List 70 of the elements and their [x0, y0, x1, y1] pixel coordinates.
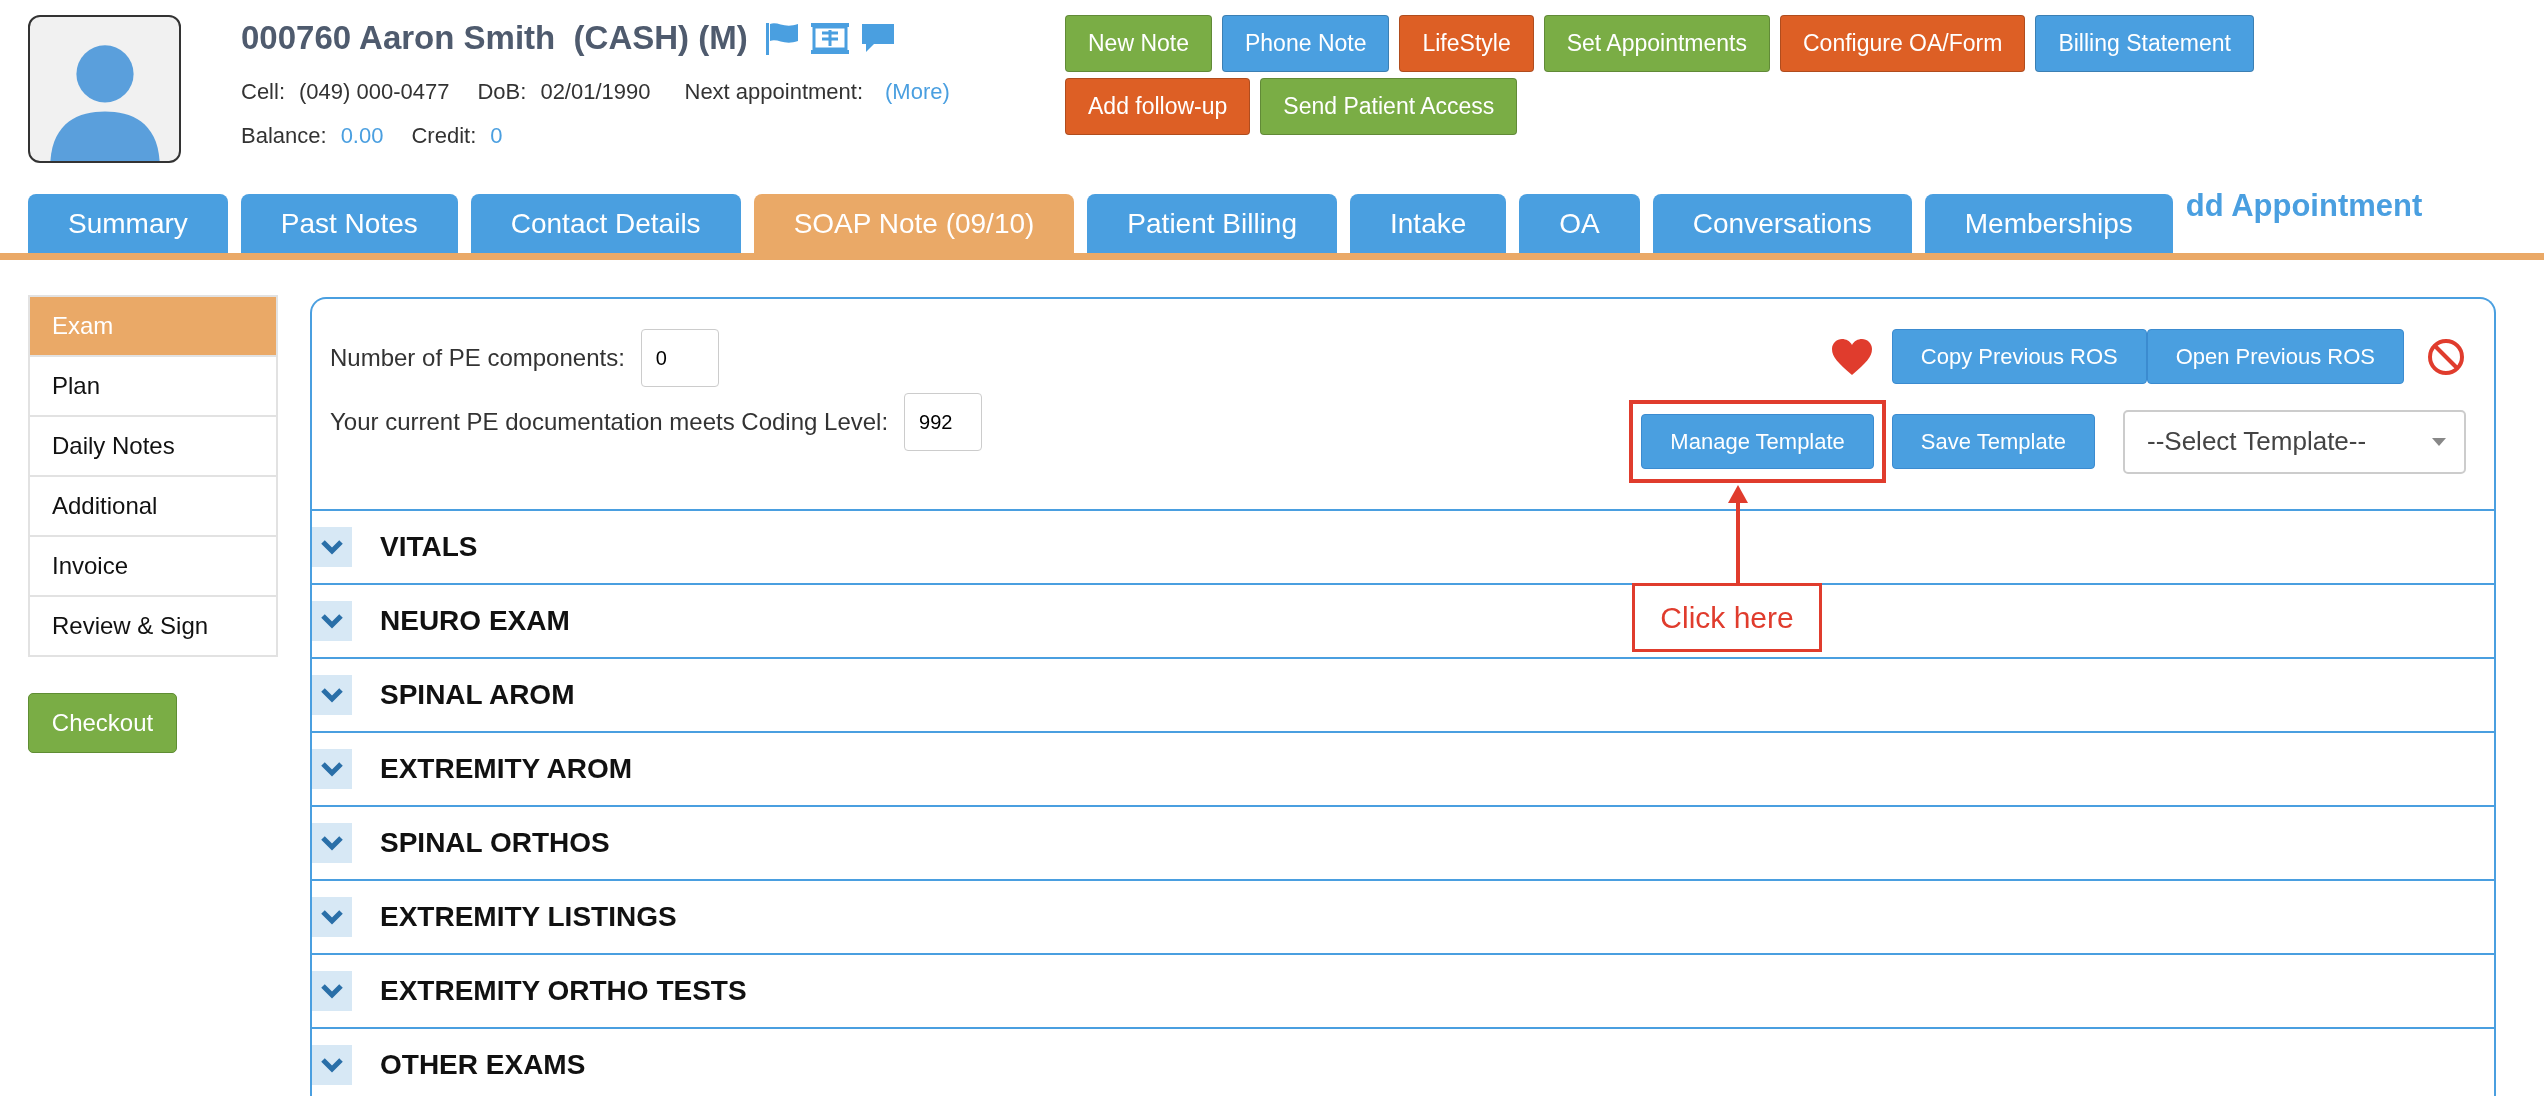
patient-name: 000760 Aaron Smith (CASH) (M): [241, 19, 748, 57]
chevron-down-icon[interactable]: [312, 823, 352, 863]
action-button[interactable]: Add follow-up: [1065, 78, 1251, 135]
next-appointment-label: Next appointment:: [684, 79, 864, 105]
tab[interactable]: Patient Billing: [1087, 194, 1337, 253]
action-button[interactable]: Phone Note: [1222, 15, 1390, 72]
action-button[interactable]: Send Patient Access: [1260, 78, 1518, 135]
coding-level-label: Your current PE documentation meets Coding Level:: [330, 408, 889, 436]
section-title: NEURO EXAM: [380, 605, 570, 637]
tab[interactable]: Past Notes: [240, 194, 458, 253]
avatar-silhouette-icon: [28, 15, 181, 163]
action-button[interactable]: New Note: [1065, 15, 1212, 72]
checkout-button[interactable]: Checkout: [28, 693, 177, 753]
sidebar-item[interactable]: Exam: [28, 295, 278, 357]
open-previous-ros-button[interactable]: Open Previous ROS: [2146, 329, 2404, 384]
tab[interactable]: Summary: [28, 194, 228, 253]
caret-icon: [2432, 437, 2446, 446]
coding-level-field[interactable]: 992: [904, 393, 983, 451]
tab[interactable]: Conversations: [1652, 194, 1912, 253]
manage-template-button[interactable]: Manage Template: [1641, 414, 1874, 469]
section-title: EXTREMITY LISTINGS: [380, 901, 677, 933]
tab[interactable]: OA: [1519, 194, 1640, 253]
chevron-down-icon[interactable]: [312, 675, 352, 715]
section-title: EXTREMITY AROM: [380, 753, 632, 785]
arrow-icon: [1727, 485, 1749, 583]
section-title: SPINAL ORTHOS: [380, 827, 610, 859]
dob-label: DoB:: [477, 79, 527, 105]
balance-label: Balance:: [241, 123, 327, 149]
sidebar-item[interactable]: Daily Notes: [28, 415, 278, 477]
sidebar-item[interactable]: Additional: [28, 475, 278, 537]
tab[interactable]: Memberships: [1924, 194, 2173, 253]
action-button[interactable]: Set Appointments: [1543, 15, 1770, 72]
click-here-callout: Click here: [1632, 583, 1822, 652]
template-select[interactable]: --Select Template--: [2123, 409, 2466, 474]
credit-label: Credit:: [411, 123, 477, 149]
sidebar-item[interactable]: Review & Sign: [28, 595, 278, 657]
cell-label: Cell:: [241, 79, 285, 105]
section-title: OTHER EXAMS: [380, 1049, 586, 1081]
action-button[interactable]: LifeStyle: [1399, 15, 1534, 72]
tab[interactable]: Intake: [1350, 194, 1507, 253]
save-template-button[interactable]: Save Template: [1891, 414, 2095, 469]
sidebar-item[interactable]: Plan: [28, 355, 278, 417]
more-link[interactable]: (More): [885, 79, 950, 105]
credit-link[interactable]: 0: [490, 123, 503, 149]
section-title: VITALS: [380, 531, 478, 563]
board-icon: [809, 21, 850, 55]
balance-link[interactable]: 0.00: [340, 123, 384, 149]
add-appointment-link[interactable]: dd Appointment: [2185, 188, 2423, 224]
pe-components-label: Number of PE components:: [330, 344, 625, 372]
chevron-down-icon[interactable]: [312, 971, 352, 1011]
ban-icon[interactable]: [2426, 336, 2466, 377]
chevron-down-icon[interactable]: [312, 749, 352, 789]
flag-icon: [763, 21, 800, 55]
chevron-down-icon[interactable]: [312, 601, 352, 641]
section-title: EXTREMITY ORTHO TESTS: [380, 975, 747, 1007]
sidebar-item[interactable]: Invoice: [28, 535, 278, 597]
action-button[interactable]: Configure OA/Form: [1780, 15, 2026, 72]
copy-previous-ros-button[interactable]: Copy Previous ROS: [1891, 329, 2147, 384]
chevron-down-icon[interactable]: [312, 1045, 352, 1085]
action-button[interactable]: Billing Statement: [2035, 15, 2254, 72]
section-title: SPINAL AROM: [380, 679, 575, 711]
dob-value: 02/01/1990: [540, 79, 651, 105]
tab[interactable]: Contact Details: [470, 194, 741, 253]
pe-components-field[interactable]: 0: [640, 329, 719, 387]
cell-value: (049) 000-0477: [299, 79, 450, 105]
chat-icon: [859, 22, 896, 54]
tab[interactable]: SOAP Note (09/10): [753, 194, 1075, 253]
chevron-down-icon[interactable]: [312, 527, 352, 567]
chevron-down-icon[interactable]: [312, 897, 352, 937]
heart-icon[interactable]: [1829, 336, 1874, 377]
